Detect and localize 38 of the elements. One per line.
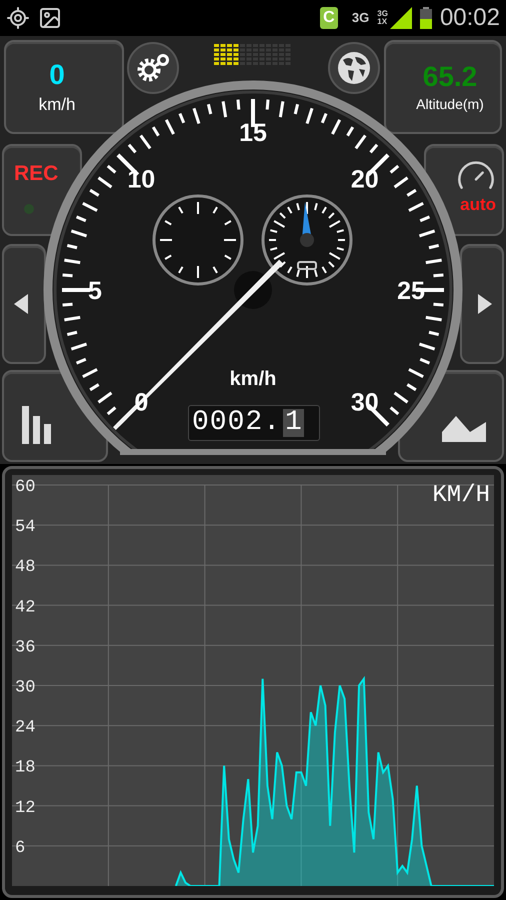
clock: 00:02 (440, 3, 500, 33)
app-badge: C (320, 7, 338, 29)
axis-tick-label: 42 (15, 598, 36, 618)
settings-button[interactable] (127, 42, 179, 94)
axis-title: KM/H (432, 482, 490, 509)
network-type: 3G (352, 9, 370, 28)
location-icon (6, 6, 30, 30)
bar-chart-icon (22, 406, 54, 444)
axis-tick-label: 12 (15, 798, 36, 818)
speed-value: 0 (49, 58, 65, 92)
scale-label: 15 (239, 119, 267, 147)
battery-icon (420, 7, 432, 29)
axis-tick-label: 60 (15, 478, 36, 497)
signal-label: 3G (377, 10, 388, 18)
unit-label: km/h (230, 368, 276, 390)
signal-label: 1X (377, 18, 388, 26)
odometer-fraction: 1 (283, 409, 304, 437)
odometer: 0002.1 (188, 405, 320, 441)
axis-tick-label: 18 (15, 758, 36, 778)
image-icon (38, 6, 62, 30)
previous-button[interactable] (2, 244, 46, 364)
axis-tick-label: 48 (15, 558, 36, 578)
signal-icon (390, 7, 412, 29)
map-button[interactable] (328, 42, 380, 94)
axis-tick-label: 24 (15, 718, 36, 738)
axis-tick-label: 6 (15, 838, 26, 858)
axis-tick-label: 30 (15, 678, 36, 698)
scale-label: 5 (88, 277, 102, 305)
right-arrow-icon (478, 294, 492, 314)
left-arrow-icon (14, 294, 28, 314)
altitude-label: Altitude(m) (416, 95, 484, 114)
axis-tick-label: 36 (15, 638, 36, 658)
axis-tick-label: 54 (15, 518, 36, 538)
globe-icon (337, 51, 371, 85)
settings-icon (136, 53, 170, 83)
next-button[interactable] (460, 244, 504, 364)
speed-unit: km/h (38, 94, 76, 116)
altitude-value: 65.2 (422, 60, 478, 94)
